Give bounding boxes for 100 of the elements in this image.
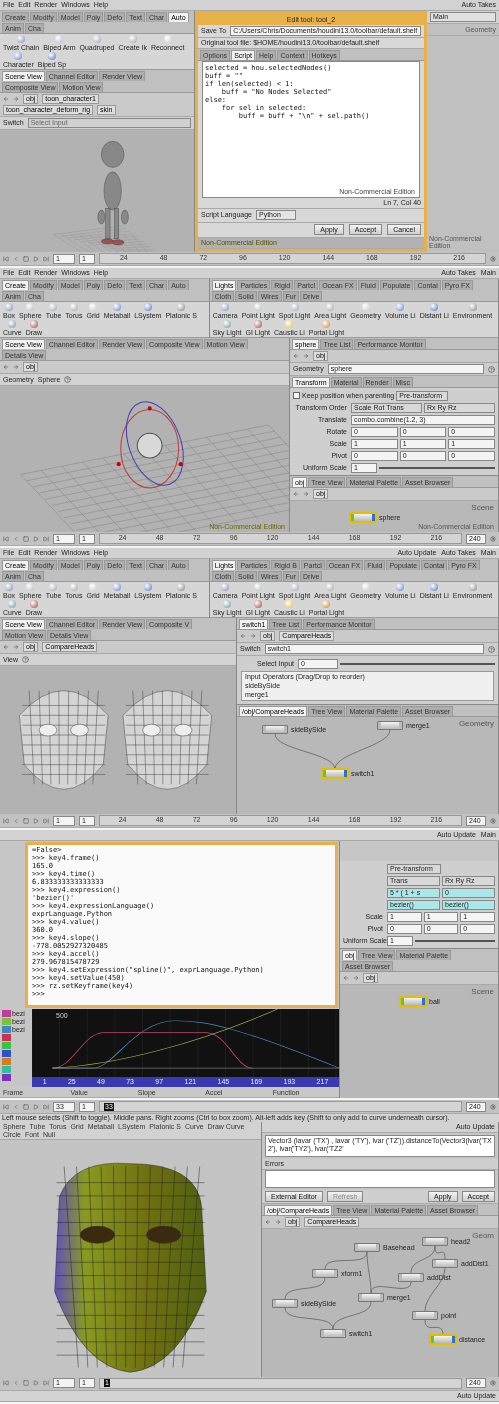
play-icon[interactable] bbox=[33, 535, 39, 542]
network-node[interactable] bbox=[312, 1269, 338, 1279]
back-arrow-icon[interactable] bbox=[293, 353, 299, 360]
network-context-label: Geom bbox=[472, 1231, 494, 1241]
stop-icon[interactable] bbox=[23, 535, 29, 542]
tool-icon bbox=[49, 303, 58, 312]
network-node[interactable] bbox=[322, 769, 348, 779]
back-arrow-icon[interactable] bbox=[343, 975, 349, 982]
connection-wire bbox=[284, 1277, 326, 1300]
tool-icon bbox=[49, 583, 58, 592]
connection-wire bbox=[334, 729, 391, 770]
network-node[interactable] bbox=[400, 997, 426, 1007]
step-back-icon[interactable] bbox=[13, 255, 19, 262]
help-icon[interactable] bbox=[64, 376, 72, 384]
tool-icon bbox=[430, 303, 439, 312]
tool-icon bbox=[112, 303, 121, 312]
network-node[interactable] bbox=[350, 513, 376, 523]
network-context-label: Scene bbox=[471, 987, 494, 997]
network-node[interactable] bbox=[412, 1311, 438, 1321]
tool-icon bbox=[89, 583, 98, 592]
skip-end-icon[interactable] bbox=[43, 817, 49, 824]
network-node[interactable] bbox=[398, 1273, 424, 1283]
forward-arrow-icon[interactable] bbox=[250, 633, 256, 640]
help-icon[interactable] bbox=[22, 656, 30, 664]
tool-icon bbox=[468, 583, 477, 592]
tool-icon bbox=[89, 303, 98, 312]
step-back-icon[interactable] bbox=[13, 1103, 19, 1110]
stop-icon[interactable] bbox=[23, 1103, 29, 1110]
tool-icon bbox=[128, 35, 137, 44]
stop-icon[interactable] bbox=[23, 817, 29, 824]
network-node[interactable] bbox=[354, 1243, 380, 1253]
skip-start-icon[interactable] bbox=[3, 1380, 9, 1387]
network-context-label: Geometry bbox=[458, 719, 494, 729]
skip-end-icon[interactable] bbox=[43, 1380, 49, 1387]
play-icon[interactable] bbox=[33, 817, 39, 824]
slider-track[interactable] bbox=[379, 466, 495, 469]
tool-icon bbox=[361, 583, 370, 592]
settings-icon[interactable] bbox=[490, 535, 496, 542]
skip-start-icon[interactable] bbox=[3, 817, 9, 824]
tool-icon bbox=[143, 303, 152, 312]
tool-icon bbox=[93, 35, 101, 44]
forward-arrow-icon[interactable] bbox=[13, 364, 19, 371]
skip-start-icon[interactable] bbox=[3, 1103, 9, 1110]
tool-icon bbox=[163, 35, 172, 44]
network-context-label: Scene bbox=[471, 503, 494, 513]
slider-track[interactable] bbox=[340, 662, 495, 665]
tool-icon bbox=[177, 303, 186, 312]
connection-wire bbox=[424, 1319, 444, 1336]
settings-icon[interactable] bbox=[490, 817, 496, 824]
connection-wire bbox=[274, 733, 336, 770]
back-arrow-icon[interactable] bbox=[265, 1219, 271, 1226]
network-node[interactable] bbox=[432, 1259, 458, 1269]
network-node[interactable] bbox=[262, 725, 288, 735]
network-node[interactable] bbox=[358, 1293, 384, 1303]
back-arrow-icon[interactable] bbox=[3, 644, 9, 651]
step-back-icon[interactable] bbox=[13, 1380, 19, 1387]
network-node[interactable] bbox=[320, 1329, 346, 1339]
stop-icon[interactable] bbox=[23, 1380, 29, 1387]
help-icon[interactable] bbox=[488, 645, 495, 653]
network-node[interactable] bbox=[377, 721, 403, 731]
network-node[interactable] bbox=[422, 1237, 448, 1247]
forward-arrow-icon[interactable] bbox=[303, 353, 309, 360]
tool-icon bbox=[143, 583, 152, 592]
tool-icon bbox=[396, 303, 405, 312]
tool-icon bbox=[69, 303, 78, 312]
back-arrow-icon[interactable] bbox=[3, 364, 9, 371]
step-back-icon[interactable] bbox=[13, 535, 19, 542]
checkbox[interactable] bbox=[293, 392, 300, 400]
play-icon[interactable] bbox=[33, 255, 39, 262]
play-icon[interactable] bbox=[33, 1103, 39, 1110]
stop-icon[interactable] bbox=[23, 255, 29, 262]
tool-icon bbox=[112, 583, 121, 592]
tool-icon bbox=[396, 583, 405, 592]
settings-icon[interactable] bbox=[490, 255, 496, 262]
forward-arrow-icon[interactable] bbox=[275, 1219, 281, 1226]
step-back-icon[interactable] bbox=[13, 817, 19, 824]
tool-icon bbox=[69, 583, 78, 592]
forward-arrow-icon[interactable] bbox=[353, 975, 359, 982]
forward-arrow-icon[interactable] bbox=[13, 644, 19, 651]
tool-icon bbox=[361, 303, 370, 312]
slider-track[interactable] bbox=[415, 939, 495, 942]
help-icon[interactable] bbox=[488, 365, 495, 373]
tool-icon bbox=[468, 303, 477, 312]
back-arrow-icon[interactable] bbox=[240, 633, 246, 640]
forward-arrow-icon[interactable] bbox=[303, 491, 309, 498]
back-arrow-icon[interactable] bbox=[293, 491, 299, 498]
play-icon[interactable] bbox=[33, 1380, 39, 1387]
network-node[interactable] bbox=[272, 1299, 298, 1309]
forward-arrow-icon[interactable] bbox=[13, 96, 19, 103]
skip-start-icon[interactable] bbox=[3, 255, 9, 262]
settings-icon[interactable] bbox=[490, 1103, 496, 1110]
skip-end-icon[interactable] bbox=[43, 535, 49, 542]
skip-start-icon[interactable] bbox=[3, 535, 9, 542]
tool-icon bbox=[177, 583, 186, 592]
network-node[interactable] bbox=[430, 1335, 456, 1345]
settings-icon[interactable] bbox=[490, 1380, 496, 1387]
skip-end-icon[interactable] bbox=[43, 1103, 49, 1110]
skip-end-icon[interactable] bbox=[43, 255, 49, 262]
back-arrow-icon[interactable] bbox=[3, 96, 9, 103]
tool-icon bbox=[430, 583, 439, 592]
